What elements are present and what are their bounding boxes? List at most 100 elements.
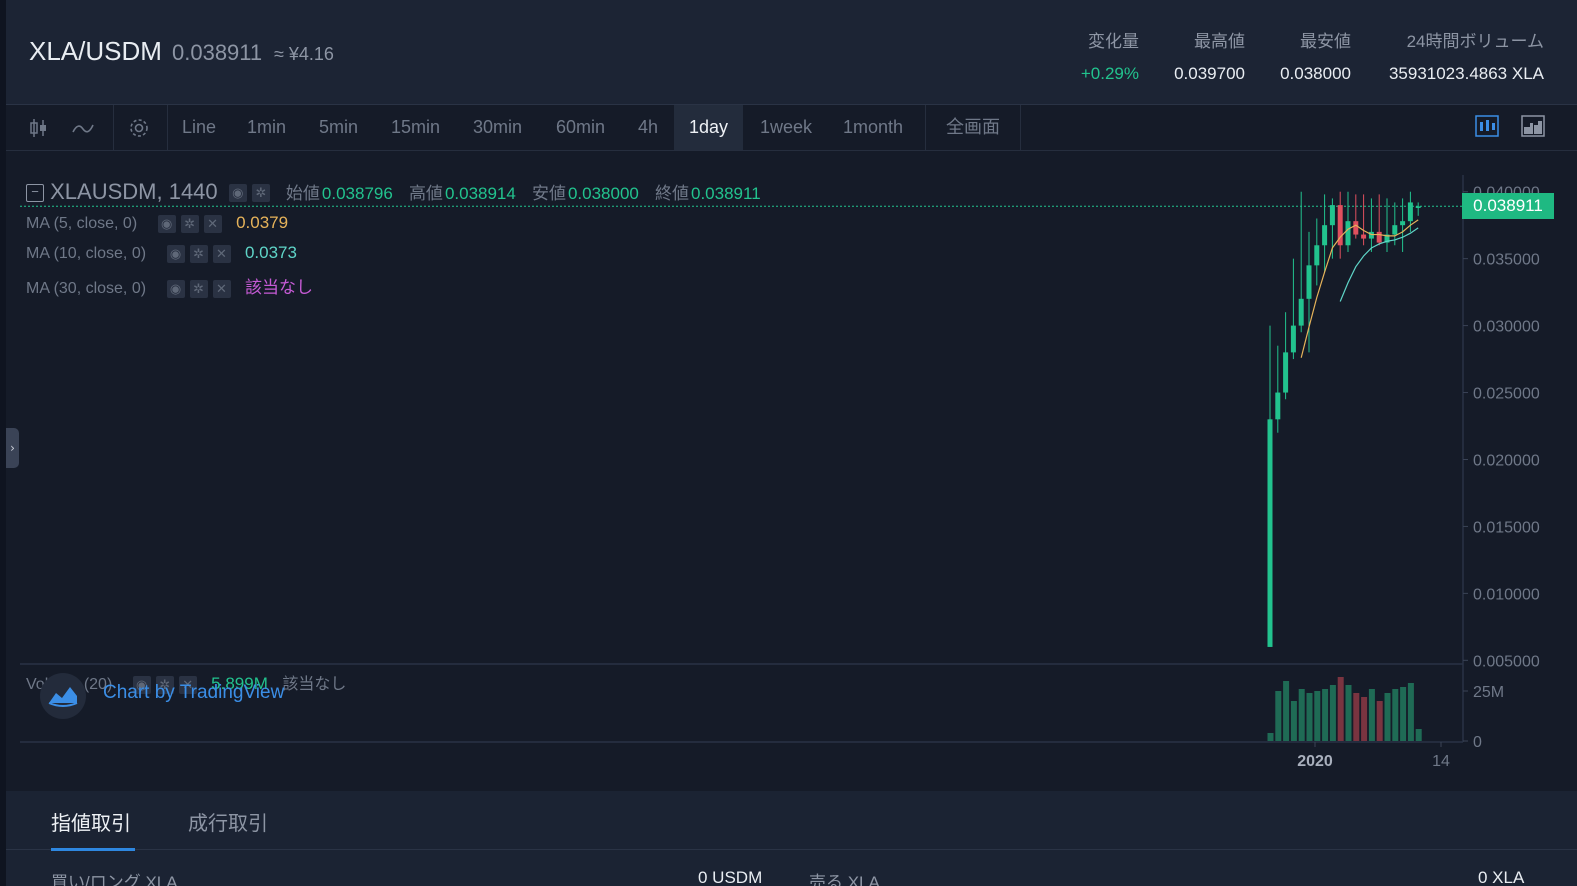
ma30-legend: MA (30, close, 0) ◉ ✲ ✕ 該当なし [26,273,313,298]
candle-body [1407,202,1413,222]
chart-symbol: XLAUSDM, 1440 [50,179,218,204]
ma5-line [1300,219,1419,358]
ohlc-high-label: 高値 [408,184,443,203]
price-tick-label: 0.030000 [1473,319,1540,336]
ohlc-open-value: 0.038796 [321,184,393,203]
interval-30min[interactable]: 30min [458,105,537,150]
volume-bar [1329,685,1336,741]
indicator-wave-icon[interactable] [72,117,94,139]
ma30-label: MA (30, close, 0) [26,280,147,297]
stat-high: 最高値 0.039700 [1164,27,1245,84]
candle-body [1353,221,1359,235]
candlestick-type-icon[interactable] [28,117,50,139]
candle-body [1306,265,1312,299]
price-tick-label: 0.025000 [1473,386,1540,403]
candle-body [1298,298,1304,326]
tradingview-watermark[interactable]: Chart by TradingView [103,682,284,704]
volume-bar [1353,693,1360,741]
order-panel: 指値取引 成行取引 買い/ロング XLA 0 USDM 売る XLA 0 XLA [6,791,1577,886]
ohlc-low-value: 0.038000 [567,184,639,203]
volume-bar [1361,697,1368,741]
eye-icon[interactable]: ◉ [157,214,176,233]
volume-bar [1314,691,1321,741]
eye-icon[interactable]: ◉ [166,279,185,298]
settings-gear-icon[interactable] [128,117,150,139]
interval-60min[interactable]: 60min [541,105,620,150]
volume-bar [1290,701,1297,741]
stat-change-value: +0.29% [1080,64,1139,83]
collapse-legend-icon[interactable]: − [26,184,44,203]
stat-low-value: 0.038000 [1280,64,1351,83]
price-tick-label: 0.035000 [1473,252,1540,269]
interval-4h[interactable]: 4h [623,105,673,150]
interval-1month[interactable]: 1month [828,105,918,150]
price-tick-label: 0.015000 [1473,519,1540,536]
volume-bar [1267,733,1274,741]
ohlc-close-label: 終値 [655,184,689,203]
close-icon[interactable]: ✕ [203,214,222,233]
buy-long-label: 買い/ロング XLA [51,873,178,886]
tab-market-order[interactable]: 成行取引 [188,807,268,836]
ohlc-high-value: 0.038914 [444,184,516,203]
pair-name: XLA/USDM [29,36,162,66]
candle-body [1392,225,1398,235]
price-tick-label: 0.005000 [1473,653,1540,670]
depth-chart-mode-icon[interactable] [1521,115,1545,137]
interval-1min[interactable]: 1min [232,105,301,150]
ma5-value: 0.0379 [236,213,289,232]
interval-line[interactable]: Line [167,105,231,150]
interval-5min[interactable]: 5min [304,105,373,150]
ohlc-low-label: 安値 [531,184,566,203]
stat-high-value: 0.039700 [1174,64,1245,83]
candle-chart-mode-icon[interactable] [1475,115,1499,137]
price-tick-label: 0.020000 [1473,452,1540,469]
tab-divider [6,849,1577,850]
interval-15min[interactable]: 15min [376,105,455,150]
active-tab-underline [51,848,135,851]
stat-low: 最安値 0.038000 [1270,27,1351,84]
stat-change: 変化量 +0.29% [1079,27,1139,84]
eye-icon[interactable]: ◉ [228,184,247,203]
ma5-label: MA (5, close, 0) [26,215,138,232]
candle-body [1267,419,1273,647]
candle-body [1314,245,1320,266]
tradingview-logo-icon[interactable] [40,673,86,719]
last-price: 0.038911 [172,40,263,65]
gear-icon[interactable]: ✲ [189,244,208,263]
chart-legend: − XLAUSDM, 1440 ◉ ✲ 始値 0.038796 高値 0.038914… [26,179,761,205]
gear-icon[interactable]: ✲ [180,214,199,233]
candle-body [1345,221,1351,246]
volume-bar [1306,693,1313,741]
volume-bar [1345,685,1352,741]
expand-panel-chevron-icon[interactable]: › [6,428,19,468]
stat-change-label: 変化量 [1088,32,1139,51]
interval-1week[interactable]: 1week [745,105,827,150]
candle-body [1275,392,1281,420]
stat-volume-24h: 24時間ボリューム 35931023.4863 XLA [1366,27,1544,84]
candle-body [1415,206,1421,208]
toolbar-separator [113,105,114,150]
price-chart[interactable]: 0.0400000.0350000.0300000.0250000.020000… [6,151,1577,791]
eye-icon[interactable]: ◉ [166,244,185,263]
close-icon[interactable]: ✕ [212,244,231,263]
sell-label: 売る XLA [809,873,880,886]
price-tick-label: 0.010000 [1473,586,1540,603]
volume-bar [1376,701,1383,741]
volume-bar [1384,693,1391,741]
volume-bar [1400,687,1407,741]
candle-body [1361,234,1367,239]
volume-bar [1322,689,1329,741]
gear-icon[interactable]: ✲ [189,279,208,298]
candle-body [1329,205,1335,226]
ma10-value: 0.0373 [244,243,297,262]
fullscreen-button[interactable]: 全画面 [931,105,1015,150]
ohlc-open-label: 始値 [285,184,320,203]
gear-icon[interactable]: ✲ [251,184,270,203]
candle-body [1290,325,1296,353]
stat-high-label: 最高値 [1194,32,1245,51]
market-header: XLA/USDM 0.038911 ≈ ¥4.16 変化量 +0.29% 最高値… [6,0,1577,105]
volume-ma-value: 該当なし [282,676,347,693]
close-icon[interactable]: ✕ [212,279,231,298]
interval-1day[interactable]: 1day [674,105,743,150]
tab-limit-order[interactable]: 指値取引 [51,807,131,836]
